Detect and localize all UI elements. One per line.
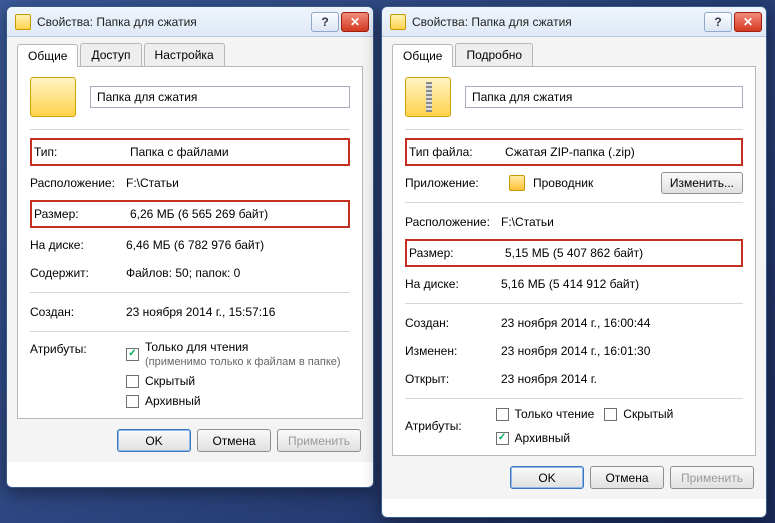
apply-button[interactable]: Применить [277,429,361,452]
checkbox-icon [604,408,617,421]
general-panel: Тип файла:Сжатая ZIP-папка (.zip) Прилож… [392,67,756,456]
attr-readonly-label: Только чтение [515,407,595,421]
value-type: Папка с файлами [130,145,229,159]
attr-hidden[interactable]: Скрытый [126,374,341,388]
label-created: Создан: [405,316,501,330]
help-button[interactable]: ? [311,12,339,32]
label-size: Размер: [409,246,505,260]
checkbox-icon [126,348,139,361]
titlebar[interactable]: Свойства: Папка для сжатия ? ✕ [7,7,373,37]
properties-zip-window: Свойства: Папка для сжатия ? ✕ Общие Под… [381,6,767,518]
folder-icon [15,14,31,30]
explorer-icon [509,175,525,191]
window-title: Свойства: Папка для сжатия [412,15,704,29]
titlebar[interactable]: Свойства: Папка для сжатия ? ✕ [382,7,766,37]
attr-readonly[interactable]: Только чтение [496,407,595,421]
label-created: Создан: [30,305,126,319]
apply-button[interactable]: Применить [670,466,754,489]
label-location: Расположение: [405,215,501,229]
attr-archive[interactable]: Архивный [496,431,571,445]
value-opened: 23 ноября 2014 г. [501,372,597,386]
label-attrs: Атрибуты: [30,340,126,356]
checkbox-icon [496,432,509,445]
label-modified: Изменен: [405,344,501,358]
cancel-button[interactable]: Отмена [197,429,271,452]
checkbox-icon [496,408,509,421]
button-bar: OK Отмена Применить [7,419,373,462]
attr-archive-label: Архивный [515,431,571,445]
close-button[interactable]: ✕ [341,12,369,32]
tab-access[interactable]: Доступ [80,43,141,66]
label-ondisk: На диске: [30,238,126,252]
label-attrs: Атрибуты: [405,419,496,433]
value-created: 23 ноября 2014 г., 16:00:44 [501,316,650,330]
button-bar: OK Отмена Применить [382,456,766,499]
folder-icon [390,14,406,30]
big-folder-icon [30,77,76,117]
tab-details[interactable]: Подробно [455,43,533,66]
attr-hidden[interactable]: Скрытый [604,407,673,421]
value-created: 23 ноября 2014 г., 15:57:16 [126,305,275,319]
attr-readonly[interactable]: Только для чтения (применимо только к фа… [126,340,341,368]
tab-general[interactable]: Общие [392,44,453,67]
cancel-button[interactable]: Отмена [590,466,664,489]
value-filetype: Сжатая ZIP-папка (.zip) [505,145,635,159]
value-location: F:\Статьи [126,176,179,190]
close-button[interactable]: ✕ [734,12,762,32]
label-type: Тип: [34,145,130,159]
label-filetype: Тип файла: [409,145,505,159]
tabstrip: Общие Подробно [392,43,756,67]
label-ondisk: На диске: [405,277,501,291]
properties-folder-window: Свойства: Папка для сжатия ? ✕ Общие Дос… [6,6,374,488]
change-button[interactable]: Изменить... [661,172,743,194]
value-modified: 23 ноября 2014 г., 16:01:30 [501,344,650,358]
attr-hidden-label: Скрытый [623,407,673,421]
attr-archive-label: Архивный [145,394,201,408]
attr-hidden-label: Скрытый [145,374,195,388]
value-size: 5,15 МБ (5 407 862 байт) [505,246,643,260]
general-panel: Тип:Папка с файлами Расположение:F:\Стат… [17,67,363,419]
window-title: Свойства: Папка для сжатия [37,15,311,29]
big-zip-icon [405,77,451,117]
ok-button[interactable]: OK [117,429,191,452]
tab-settings[interactable]: Настройка [144,43,225,66]
value-app: Проводник [533,176,653,190]
value-contains: Файлов: 50; папок: 0 [126,266,240,280]
ok-button[interactable]: OK [510,466,584,489]
attr-readonly-note: (применимо только к файлам в папке) [145,356,341,368]
name-input[interactable] [90,86,350,108]
help-button[interactable]: ? [704,12,732,32]
attr-archive[interactable]: Архивный [126,394,341,408]
label-contains: Содержит: [30,266,126,280]
label-app: Приложение: [405,176,501,190]
label-opened: Открыт: [405,372,501,386]
checkbox-icon [126,375,139,388]
value-ondisk: 6,46 МБ (6 782 976 байт) [126,238,264,252]
value-location: F:\Статьи [501,215,554,229]
name-input[interactable] [465,86,743,108]
label-size: Размер: [34,207,130,221]
value-size: 6,26 МБ (6 565 269 байт) [130,207,268,221]
attr-readonly-label: Только для чтения [145,340,248,354]
tabstrip: Общие Доступ Настройка [17,43,363,67]
label-location: Расположение: [30,176,126,190]
value-ondisk: 5,16 МБ (5 414 912 байт) [501,277,639,291]
checkbox-icon [126,395,139,408]
tab-general[interactable]: Общие [17,44,78,67]
